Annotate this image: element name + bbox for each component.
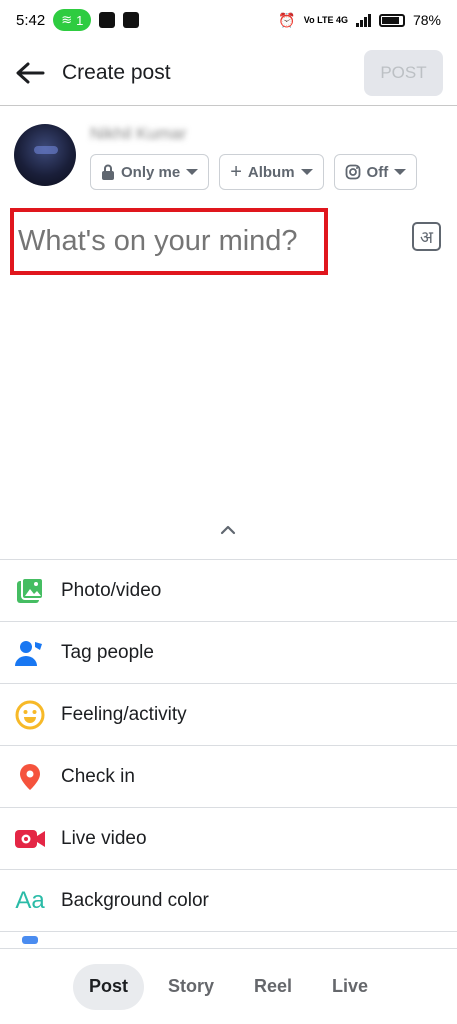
option-label: Tag people bbox=[61, 641, 154, 663]
option-label: Feeling/activity bbox=[61, 703, 187, 725]
back-arrow-icon[interactable] bbox=[14, 57, 46, 89]
feeling-icon bbox=[14, 699, 46, 731]
post-options-list: Photo/video Tag people Feeling/activity … bbox=[0, 559, 457, 951]
chevron-down-icon bbox=[394, 169, 407, 175]
post-button[interactable]: POST bbox=[364, 49, 443, 96]
option-live-video[interactable]: Live video bbox=[0, 807, 457, 869]
lock-icon bbox=[102, 164, 114, 180]
option-label: Live video bbox=[61, 827, 147, 849]
app-notification-icon bbox=[123, 12, 140, 28]
privacy-selector[interactable]: Only me bbox=[90, 154, 210, 190]
option-tag-people[interactable]: Tag people bbox=[0, 621, 457, 683]
privacy-label: Only me bbox=[121, 163, 181, 181]
status-bar: 5:42 ≋ 1 ⏰ Vo LTE 4G 78% bbox=[0, 0, 457, 40]
album-label: Album bbox=[247, 163, 295, 181]
network-type: Vo LTE 4G bbox=[303, 15, 348, 25]
plus-icon: + bbox=[230, 160, 242, 183]
tag-people-icon bbox=[14, 637, 46, 669]
tab-story[interactable]: Story bbox=[152, 964, 230, 1010]
tab-live[interactable]: Live bbox=[316, 964, 384, 1010]
album-selector[interactable]: + Album bbox=[219, 154, 324, 190]
post-type-tabs: Post Story Reel Live bbox=[0, 948, 457, 1024]
option-feeling-activity[interactable]: Feeling/activity bbox=[0, 683, 457, 745]
tab-reel[interactable]: Reel bbox=[238, 964, 308, 1010]
profile-name: Nikhil Kumar bbox=[90, 124, 187, 143]
composer-highlight bbox=[10, 208, 328, 275]
background-color-icon: Aa bbox=[15, 886, 45, 914]
hotspot-badge: ≋ 1 bbox=[53, 9, 92, 31]
wifi-icon: ≋ bbox=[61, 12, 73, 27]
instagram-label: Off bbox=[366, 163, 389, 181]
chevron-down-icon bbox=[186, 169, 199, 175]
option-label: Check in bbox=[61, 765, 135, 787]
option-check-in[interactable]: Check in bbox=[0, 745, 457, 807]
hotspot-count: 1 bbox=[76, 12, 84, 28]
live-video-icon bbox=[14, 823, 46, 855]
transliteration-button[interactable]: अ bbox=[412, 222, 441, 251]
instagram-icon bbox=[345, 164, 360, 180]
notification-icon bbox=[99, 12, 116, 28]
app-header: Create post POST bbox=[0, 40, 457, 106]
post-text-input[interactable] bbox=[18, 225, 324, 258]
chevron-up-icon[interactable] bbox=[218, 520, 238, 540]
battery-icon bbox=[378, 13, 405, 27]
check-in-icon bbox=[14, 761, 46, 793]
option-background-color[interactable]: Aa Background color bbox=[0, 869, 457, 931]
option-label: Photo/video bbox=[61, 579, 162, 601]
instagram-share-selector[interactable]: Off bbox=[333, 154, 418, 190]
option-photo-video[interactable]: Photo/video bbox=[0, 559, 457, 621]
chevron-down-icon bbox=[300, 169, 313, 175]
status-time: 5:42 bbox=[16, 11, 46, 29]
signal-icon bbox=[355, 13, 371, 27]
photo-video-icon bbox=[14, 575, 46, 607]
avatar bbox=[14, 124, 76, 186]
profile-section: Nikhil Kumar Only me + Album Off bbox=[14, 124, 418, 190]
alarm-icon: ⏰ bbox=[278, 11, 296, 28]
page-title: Create post bbox=[62, 60, 171, 84]
battery-percent: 78% bbox=[412, 12, 441, 28]
tab-post[interactable]: Post bbox=[72, 963, 144, 1010]
option-label: Background color bbox=[61, 889, 209, 911]
